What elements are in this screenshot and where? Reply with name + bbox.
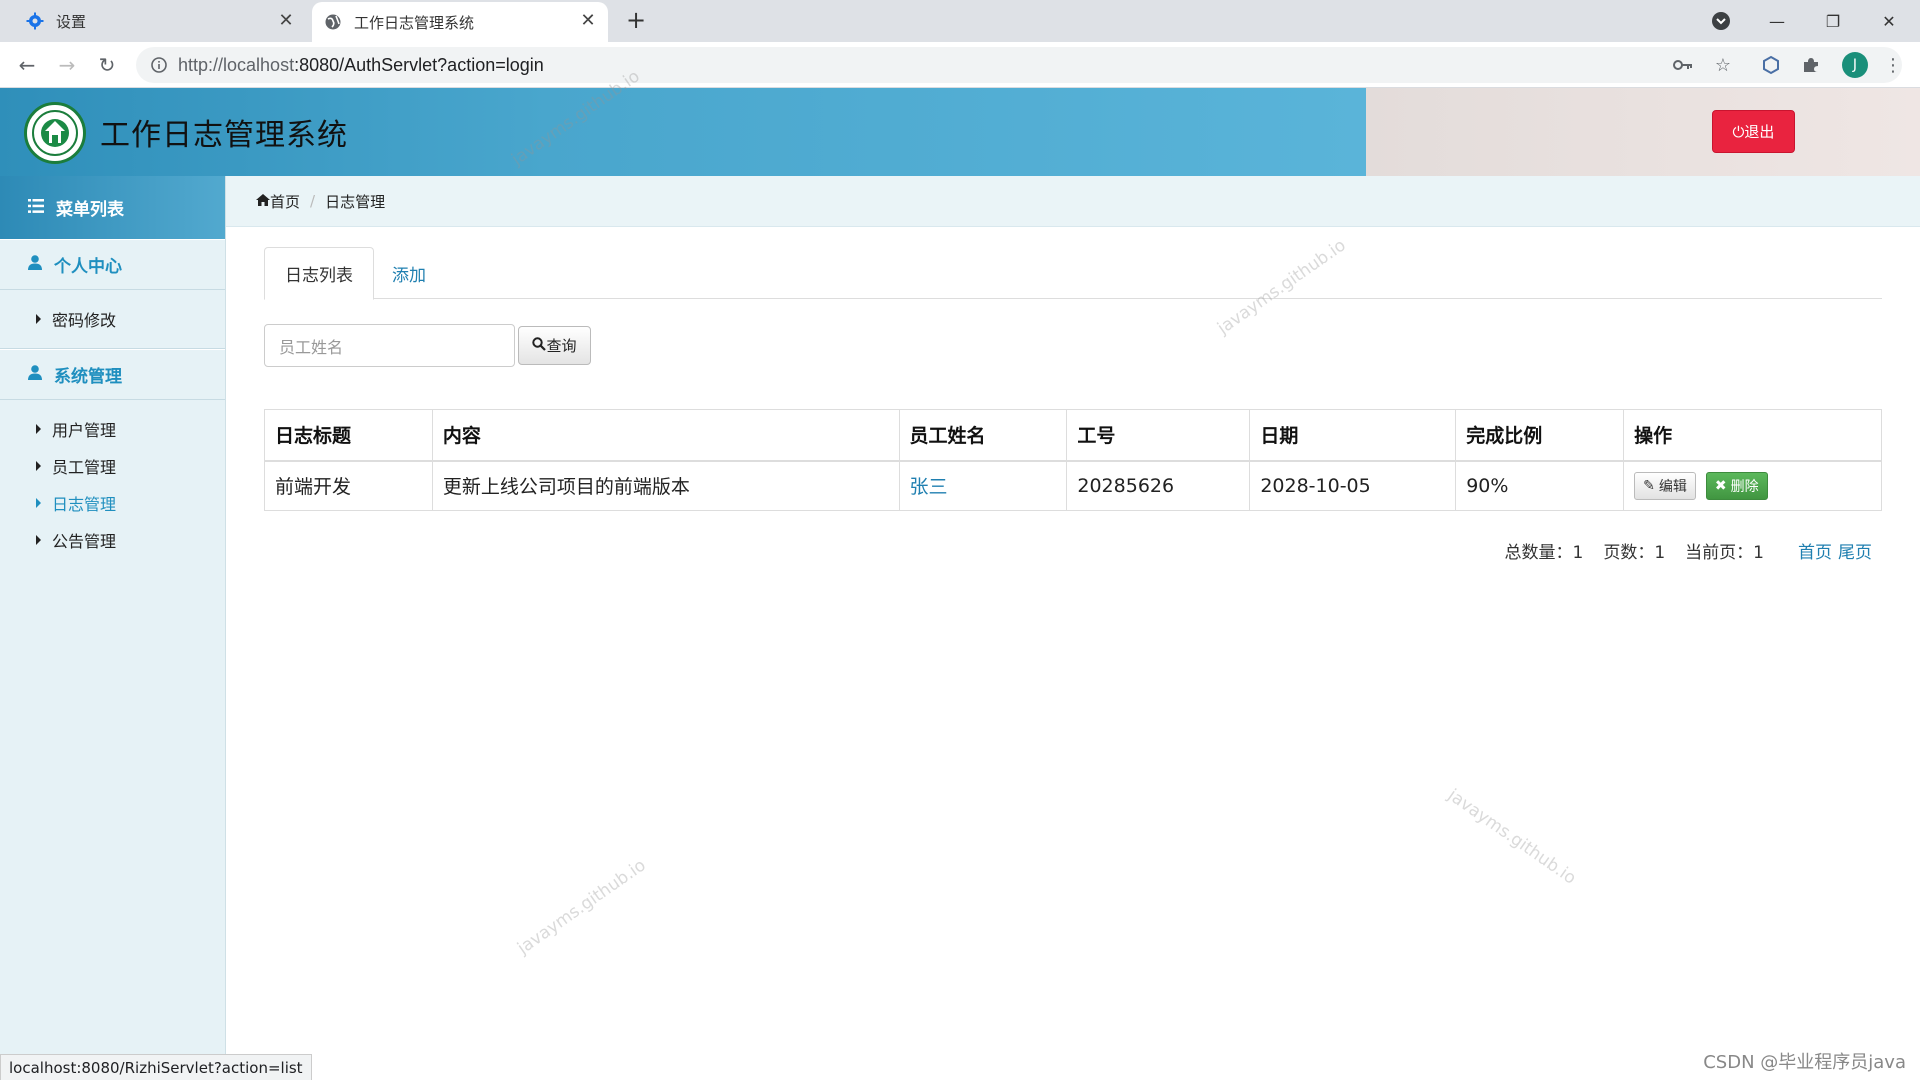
table-header-row: 日志标题 内容 员工姓名 工号 日期 完成比例 操作 [264, 409, 1882, 462]
new-tab-icon[interactable]: + [622, 8, 650, 34]
cell-emp-no: 20285626 [1066, 460, 1251, 511]
pager-current: 当前页：1 [1685, 543, 1764, 563]
cell-date: 2028-10-05 [1249, 460, 1457, 511]
pager-pages: 页数：1 [1603, 543, 1666, 563]
sidebar-group-personal[interactable]: 个人中心 [0, 239, 225, 290]
caret-right-icon [36, 534, 41, 545]
sidebar-item-users[interactable]: 用户管理 [0, 410, 225, 447]
cell-actions: ✎ 编辑 ✖ 删除 [1623, 460, 1882, 511]
column-header: 工号 [1066, 409, 1251, 462]
list-icon [28, 198, 44, 218]
caret-right-icon [36, 423, 41, 434]
kebab-menu-icon[interactable]: ⋮ [1882, 54, 1904, 76]
browser-status-bar: localhost:8080/RizhiServlet?action=list [0, 1054, 312, 1080]
key-icon[interactable] [1672, 54, 1694, 76]
search-icon [532, 336, 547, 355]
window-close-icon[interactable]: ✕ [1866, 4, 1912, 38]
power-icon: ⏻ [1732, 122, 1745, 141]
extension-icon[interactable] [1760, 54, 1782, 76]
main-content: 日志列表 添加 员工姓名 查询 日志标题 内容 员工姓名 工号 日期 完成比例 … [226, 227, 1920, 1080]
tab-add[interactable]: 添加 [372, 247, 446, 300]
minimize-icon[interactable]: — [1754, 4, 1800, 38]
close-icon[interactable]: ✕ [578, 11, 598, 31]
sidebar-item-logs[interactable]: 日志管理 [0, 484, 225, 521]
column-header: 内容 [431, 409, 900, 462]
caret-right-icon [36, 460, 41, 471]
edit-button[interactable]: ✎ 编辑 [1634, 471, 1696, 500]
star-icon[interactable]: ☆ [1712, 54, 1734, 76]
csdn-credit: CSDN @毕业程序员java [1703, 1052, 1906, 1073]
sidebar-item-password[interactable]: 密码修改 [0, 300, 225, 337]
tab-title: 工作日志管理系统 [354, 13, 475, 32]
employee-name-search-input[interactable]: 员工姓名 [264, 324, 515, 367]
log-table: 日志标题 内容 员工姓名 工号 日期 完成比例 操作 前端开发 更新上线公司项目… [264, 409, 1882, 511]
header-banner: 工作日志管理系统 javayms.github.io [0, 66, 1366, 176]
user-icon [28, 364, 42, 385]
delete-button[interactable]: ✖ 删除 [1705, 471, 1768, 500]
app-header: 工作日志管理系统 javayms.github.io ⏻ 退出 [0, 66, 1920, 176]
tab-log-list[interactable]: 日志列表 [264, 247, 374, 300]
cell-content: 更新上线公司项目的前端版本 [431, 460, 900, 511]
address-bar[interactable]: http://localhost:8080/AuthServlet?action… [136, 47, 1902, 83]
content-tabs: 日志列表 添加 [264, 247, 1882, 300]
tab-search-icon[interactable] [1698, 4, 1744, 38]
back-icon[interactable]: ← [12, 50, 42, 80]
restore-icon[interactable]: ❐ [1810, 4, 1856, 38]
sidebar: 菜单列表 个人中心 密码修改 系统管理 用户管理 员工管理 日志管理 公告管理 [0, 176, 226, 1080]
breadcrumb-home[interactable]: 首页 [270, 191, 300, 212]
gear-icon [26, 12, 44, 30]
sidebar-group-system[interactable]: 系统管理 [0, 349, 225, 400]
cell-ratio: 90% [1455, 460, 1625, 511]
home-icon [256, 192, 270, 210]
url-text: http://localhost:8080/AuthServlet?action… [178, 55, 544, 75]
column-header: 完成比例 [1455, 409, 1625, 462]
breadcrumb-separator: / [310, 192, 316, 210]
column-header: 日志标题 [264, 409, 433, 462]
sidebar-item-notices[interactable]: 公告管理 [0, 521, 225, 558]
column-header: 操作 [1623, 409, 1882, 462]
user-icon [28, 254, 42, 275]
logout-button[interactable]: ⏻ 退出 [1712, 110, 1795, 153]
watermark: javayms.github.io [1443, 785, 1580, 889]
info-icon[interactable] [150, 56, 168, 74]
puzzle-icon[interactable] [1800, 54, 1822, 76]
reload-icon[interactable]: ↻ [92, 50, 122, 80]
caret-right-icon [36, 313, 41, 324]
pager-total: 总数量：1 [1504, 543, 1584, 563]
globe-icon [324, 13, 342, 31]
header-right-panel [1366, 88, 1920, 176]
pager-first-link[interactable]: 首页 [1798, 538, 1832, 563]
app-title: 工作日志管理系统 [100, 118, 348, 153]
profile-avatar[interactable]: J [1842, 52, 1868, 78]
close-icon[interactable]: ✕ [276, 11, 296, 31]
university-logo [24, 102, 86, 164]
breadcrumb-current: 日志管理 [325, 192, 386, 211]
cell-title: 前端开发 [264, 460, 433, 511]
browser-tab-settings[interactable]: 设置 ✕ [0, 0, 306, 42]
browser-tabstrip: 设置 ✕ 工作日志管理系统 ✕ + — ❐ ✕ [0, 0, 1920, 42]
sidebar-item-employees[interactable]: 员工管理 [0, 447, 225, 484]
browser-tab-app[interactable]: 工作日志管理系统 ✕ [312, 2, 608, 42]
employee-name-link[interactable]: 张三 [910, 476, 948, 498]
pencil-icon: ✎ [1643, 477, 1655, 494]
forward-icon[interactable]: → [52, 50, 82, 80]
pagination: 总数量：1 页数：1 当前页：1 首页 尾页 [1505, 538, 1872, 563]
column-header: 日期 [1249, 409, 1457, 462]
cell-employee: 张三 [898, 460, 1068, 511]
watermark: javayms.github.io [513, 855, 650, 959]
remove-icon: ✖ [1714, 477, 1727, 494]
tab-title: 设置 [56, 12, 87, 31]
search-placeholder: 员工姓名 [279, 337, 344, 357]
breadcrumb: 首页 / 日志管理 [226, 176, 1920, 227]
sidebar-menu-title: 菜单列表 [0, 176, 225, 239]
table-row: 前端开发 更新上线公司项目的前端版本 张三 20285626 2028-10-0… [264, 460, 1882, 511]
browser-toolbar: ← → ↻ http://localhost:8080/AuthServlet?… [0, 42, 1920, 88]
pager-last-link[interactable]: 尾页 [1838, 538, 1872, 563]
column-header: 员工姓名 [898, 409, 1068, 462]
caret-right-icon [36, 497, 41, 508]
search-button[interactable]: 查询 [518, 326, 591, 365]
